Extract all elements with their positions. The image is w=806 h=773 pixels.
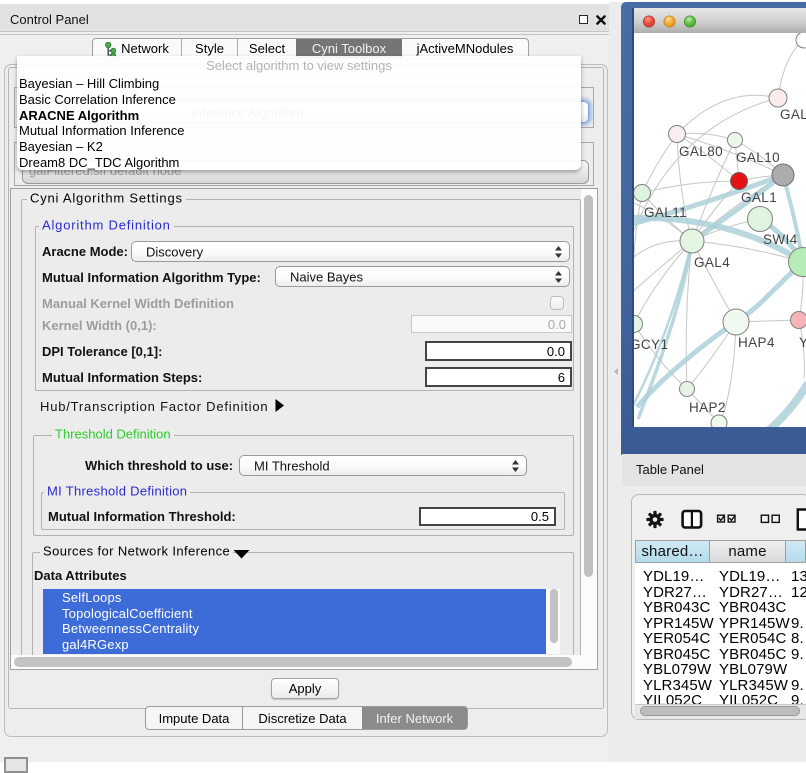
svg-text:YJ: YJ [799,335,806,350]
svg-text:HAP4: HAP4 [738,335,775,350]
svg-text:GAL80: GAL80 [679,144,723,159]
svg-text:GAL10: GAL10 [736,150,780,165]
svg-text:HAP2: HAP2 [689,400,726,415]
svg-text:GAL11: GAL11 [644,205,687,220]
svg-text:GAL2: GAL2 [780,107,806,122]
svg-text:SWI4: SWI4 [763,232,798,247]
svg-text:GAL1: GAL1 [741,190,777,205]
svg-text:GAL4: GAL4 [694,255,730,270]
svg-text:GCY1: GCY1 [634,337,668,352]
